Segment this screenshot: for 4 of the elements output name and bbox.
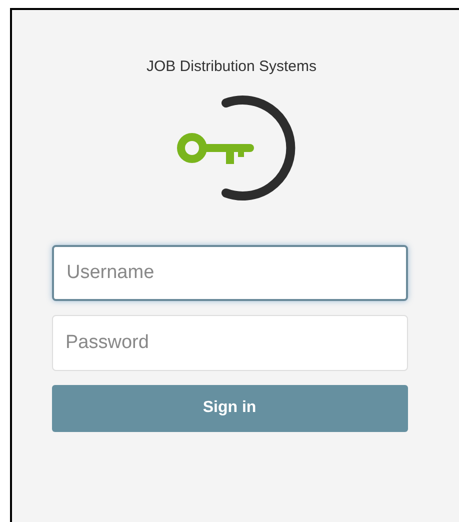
- sign-in-button[interactable]: Sign in: [52, 384, 408, 432]
- app-title: JOB Distribution Systems: [146, 57, 317, 77]
- username-field[interactable]: Username: [52, 244, 408, 300]
- password-field[interactable]: Password: [52, 314, 408, 370]
